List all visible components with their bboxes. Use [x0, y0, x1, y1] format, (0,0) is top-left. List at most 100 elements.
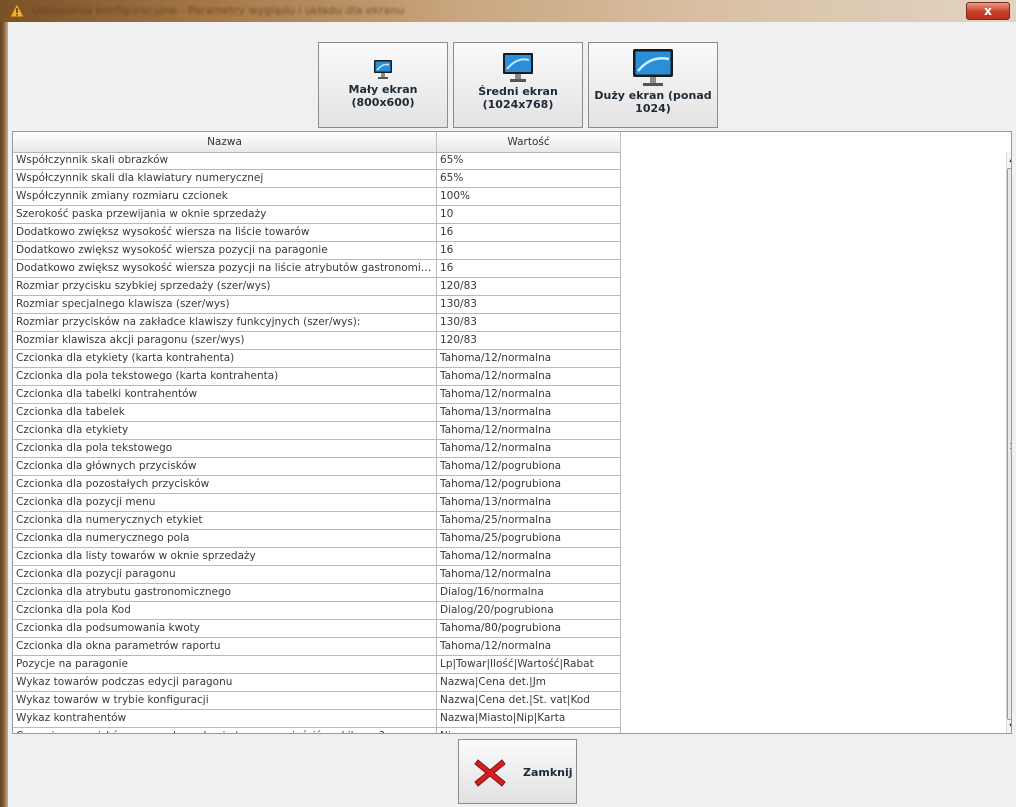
cell-value[interactable]: 130/83 — [437, 296, 621, 314]
cell-value[interactable]: Tahoma/12/normalna — [437, 368, 621, 386]
cell-name[interactable]: Czcionka dla etykiety (karta kontrahenta… — [13, 350, 437, 368]
table-row[interactable]: Dodatkowo zwiększ wysokość wiersza pozyc… — [13, 242, 621, 260]
table-row[interactable]: Czcionka dla pozostałych przycisków Tahom… — [13, 476, 621, 494]
table-row[interactable]: Czcionka dla numerycznych etykiet Tahoma/… — [13, 512, 621, 530]
cell-name[interactable]: Czcionka dla pola tekstowego — [13, 440, 437, 458]
table-row[interactable]: Pozycje na paragonie Lp|Towar|Ilość|Warto… — [13, 656, 621, 674]
close-button[interactable]: Zamknij — [458, 739, 577, 804]
table-row[interactable]: Czcionka dla głównych przycisków Tahoma/1… — [13, 458, 621, 476]
column-header-value[interactable]: Wartość — [437, 132, 621, 152]
cell-name[interactable]: Szerokość paska przewijania w oknie sprz… — [13, 206, 437, 224]
cell-name[interactable]: Wykaz towarów podczas edycji paragonu — [13, 674, 437, 692]
table-row[interactable]: Czcionka dla atrybutu gastronomicznego Di… — [13, 584, 621, 602]
table-row[interactable]: Rozmiar przycisków na zakładce klawiszy … — [13, 314, 621, 332]
cell-value[interactable]: 120/83 — [437, 332, 621, 350]
cell-name[interactable]: Współczynnik skali obrazków — [13, 152, 437, 170]
table-row[interactable]: Czcionka dla tabelek Tahoma/13/normalna — [13, 404, 621, 422]
cell-name[interactable]: Czcionka dla głównych przycisków — [13, 458, 437, 476]
cell-name[interactable]: Dodatkowo zwiększ wysokość wiersza na li… — [13, 224, 437, 242]
table-row[interactable]: Czcionka dla pozycji paragonu Tahoma/12/n… — [13, 566, 621, 584]
cell-value[interactable]: 16 — [437, 242, 621, 260]
table-row[interactable]: Czcionka dla etykiety (karta kontrahenta… — [13, 350, 621, 368]
medium-screen-button[interactable]: Średni ekran (1024x768) — [453, 42, 583, 128]
cell-value[interactable]: Tahoma/12/normalna — [437, 566, 621, 584]
table-row[interactable]: Rozmiar przycisku szybkiej sprzedaży (sz… — [13, 278, 621, 296]
cell-name[interactable]: Czcionka dla pozycji menu — [13, 494, 437, 512]
cell-value[interactable]: 120/83 — [437, 278, 621, 296]
cell-name[interactable]: Czcionka dla etykiety — [13, 422, 437, 440]
cell-value[interactable]: Tahoma/13/normalna — [437, 494, 621, 512]
table-row[interactable]: Czcionka dla etykiety Tahoma/12/normalna — [13, 422, 621, 440]
cell-value[interactable]: Tahoma/25/normalna — [437, 512, 621, 530]
table-row[interactable]: Wykaz towarów w trybie konfiguracji Nazwa… — [13, 692, 621, 710]
cell-value[interactable]: Tahoma/12/normalna — [437, 548, 621, 566]
vertical-scrollbar[interactable]: ▲ ▼ — [1006, 152, 1011, 733]
cell-name[interactable]: Wykaz kontrahentów — [13, 710, 437, 728]
cell-value[interactable]: Dialog/16/normalna — [437, 584, 621, 602]
table-row[interactable]: Czcionka dla pola tekstowego Tahoma/12/no… — [13, 440, 621, 458]
cell-name[interactable]: Czcionka dla pozostałych przycisków — [13, 476, 437, 494]
scroll-up-arrow-icon[interactable]: ▲ — [1007, 152, 1011, 166]
table-row[interactable]: Czcionka dla pola Kod Dialog/20/pogrubion… — [13, 602, 621, 620]
table-row[interactable]: Czcionka dla listy towarów w oknie sprze… — [13, 548, 621, 566]
cell-name[interactable]: Czcionka dla pozycji paragonu — [13, 566, 437, 584]
table-row[interactable]: Wykaz kontrahentów Nazwa|Miasto|Nip|Karta — [13, 710, 621, 728]
table-row[interactable]: Rozmiar specjalnego klawisza (szer/wys) 1… — [13, 296, 621, 314]
cell-value[interactable]: Nie — [437, 728, 621, 733]
cell-value[interactable]: Tahoma/12/normalna — [437, 422, 621, 440]
cell-name[interactable]: Rozmiar klawisza akcji paragonu (szer/wy… — [13, 332, 437, 350]
cell-value[interactable]: Tahoma/25/pogrubiona — [437, 530, 621, 548]
table-row[interactable]: Dodatkowo zwiększ wysokość wiersza pozyc… — [13, 260, 621, 278]
cell-value[interactable]: Nazwa|Cena det.|St. vat|Kod — [437, 692, 621, 710]
table-row[interactable]: Czcionka dla tabelki kontrahentów Tahoma/… — [13, 386, 621, 404]
cell-value[interactable]: Tahoma/12/normalna — [437, 350, 621, 368]
scroll-down-arrow-icon[interactable]: ▼ — [1007, 720, 1011, 733]
cell-name[interactable]: Współczynnik zmiany rozmiaru czcionek — [13, 188, 437, 206]
cell-value[interactable]: Tahoma/12/pogrubiona — [437, 476, 621, 494]
cell-name[interactable]: Pozycje na paragonie — [13, 656, 437, 674]
cell-name[interactable]: Czcionka dla tabelek — [13, 404, 437, 422]
column-header-name[interactable]: Nazwa — [13, 132, 437, 152]
cell-value[interactable]: Tahoma/12/normalna — [437, 386, 621, 404]
cell-name[interactable]: Czcionka dla okna parametrów raportu — [13, 638, 437, 656]
table-row[interactable]: Współczynnik skali dla klawiatury numery… — [13, 170, 621, 188]
table-row[interactable]: Rozmiar klawisza akcji paragonu (szer/wy… — [13, 332, 621, 350]
cell-name[interactable]: Rozmiar przycisku szybkiej sprzedaży (sz… — [13, 278, 437, 296]
table-row[interactable]: Szerokość paska przewijania w oknie sprz… — [13, 206, 621, 224]
cell-value[interactable]: 100% — [437, 188, 621, 206]
scrollbar-thumb[interactable] — [1007, 168, 1011, 720]
table-row[interactable]: Współczynnik zmiany rozmiaru czcionek 100… — [13, 188, 621, 206]
table-row[interactable]: Czcionka dla podsumowania kwoty Tahoma/80… — [13, 620, 621, 638]
table-row[interactable]: Czcionka dla pozycji menu Tahoma/13/norma… — [13, 494, 621, 512]
settings-table[interactable]: Nazwa Wartość Współczynnik skali obrazkó… — [12, 131, 1012, 734]
cell-name[interactable]: Czcionka dla pola Kod — [13, 602, 437, 620]
cell-name[interactable]: Czcionka dla tabelki kontrahentów — [13, 386, 437, 404]
cell-name[interactable]: Czcionka dla pola tekstowego (karta kont… — [13, 368, 437, 386]
cell-value[interactable]: 16 — [437, 260, 621, 278]
cell-value[interactable]: 16 — [437, 224, 621, 242]
cell-value[interactable]: 65% — [437, 170, 621, 188]
cell-name[interactable]: Współczynnik skali dla klawiatury numery… — [13, 170, 437, 188]
small-screen-button[interactable]: Mały ekran (800x600) — [318, 42, 448, 128]
cell-value[interactable]: 10 — [437, 206, 621, 224]
cell-name[interactable]: Rozmiar specjalnego klawisza (szer/wys) — [13, 296, 437, 314]
cell-value[interactable]: Nazwa|Miasto|Nip|Karta — [437, 710, 621, 728]
cell-value[interactable]: Tahoma/80/pogrubiona — [437, 620, 621, 638]
cell-value[interactable]: Nazwa|Cena det.|Jm — [437, 674, 621, 692]
cell-value[interactable]: Tahoma/12/normalna — [437, 440, 621, 458]
table-row[interactable]: Czcionka dla okna parametrów raportu Taho… — [13, 638, 621, 656]
cell-value[interactable]: Lp|Towar|Ilość|Wartość|Rabat — [437, 656, 621, 674]
cell-name[interactable]: Dodatkowo zwiększ wysokość wiersza pozyc… — [13, 260, 437, 278]
large-screen-button[interactable]: Duży ekran (ponad 1024) — [588, 42, 718, 128]
table-row[interactable]: Czcionka dla numerycznego pola Tahoma/25/… — [13, 530, 621, 548]
window-close-button[interactable]: x — [966, 2, 1010, 20]
table-row[interactable]: Wykaz towarów podczas edycji paragonu Naz… — [13, 674, 621, 692]
cell-value[interactable]: 130/83 — [437, 314, 621, 332]
table-row[interactable]: Współczynnik skali obrazków 65% — [13, 152, 621, 170]
cell-name[interactable]: Czcionka dla listy towarów w oknie sprze… — [13, 548, 437, 566]
cell-value[interactable]: 65% — [437, 152, 621, 170]
cell-name[interactable]: Czy opisy przycisków na panelu szukania … — [13, 728, 437, 733]
cell-name[interactable]: Czcionka dla numerycznego pola — [13, 530, 437, 548]
table-row[interactable]: Dodatkowo zwiększ wysokość wiersza na li… — [13, 224, 621, 242]
cell-name[interactable]: Czcionka dla atrybutu gastronomicznego — [13, 584, 437, 602]
